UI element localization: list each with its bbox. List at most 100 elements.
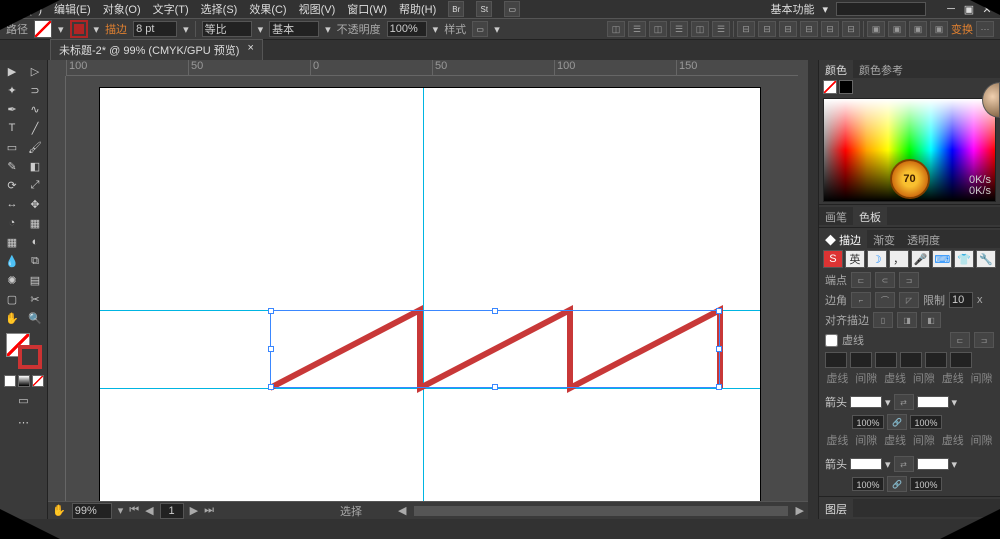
swap-arrowheads-icon[interactable]: ⇄ — [894, 456, 914, 472]
ime-comma-icon[interactable]: ， — [889, 250, 909, 268]
menu-view[interactable]: 视图(V) — [299, 1, 336, 17]
maximize-icon[interactable]: ▣ — [962, 3, 976, 16]
align-icon[interactable]: ◫ — [607, 21, 625, 37]
join-miter-icon[interactable]: ⌐ — [851, 292, 871, 308]
align-icon[interactable]: ◫ — [691, 21, 709, 37]
menu-type[interactable]: 文字(T) — [153, 1, 189, 17]
dashed-line-checkbox[interactable] — [825, 334, 838, 347]
gap-input[interactable] — [900, 352, 922, 368]
gap-input[interactable] — [850, 352, 872, 368]
workspace-arrow-icon[interactable]: ▾ — [822, 3, 828, 16]
width-tool[interactable]: ↔ — [1, 195, 23, 213]
arrowhead-end[interactable] — [917, 396, 949, 408]
swap-arrowheads-icon[interactable]: ⇄ — [894, 394, 914, 410]
panel-tab-color-guide[interactable]: 颜色参考 — [853, 60, 909, 78]
panel-tab-layers[interactable]: 图层 — [819, 499, 853, 517]
bridge-icon[interactable]: Br — [448, 1, 464, 17]
stroke-indicator[interactable] — [18, 345, 42, 369]
stroke-swatch[interactable] — [70, 20, 88, 38]
none-mode-icon[interactable] — [32, 375, 44, 387]
hand-tool-icon[interactable]: ✋ — [52, 504, 66, 517]
artboard-last-icon[interactable]: ⏭ — [204, 504, 214, 517]
blend-tool[interactable]: ⧉ — [24, 252, 46, 270]
panel-fill-swatch[interactable] — [823, 80, 837, 94]
arrowhead-start-2[interactable] — [850, 458, 882, 470]
stroke-label[interactable]: 描边 — [105, 21, 127, 37]
artboard-next-icon[interactable]: ▶ — [190, 504, 198, 517]
gradient-mode-icon[interactable] — [18, 375, 30, 387]
document-tab[interactable]: 未标题-2* @ 99% (CMYK/GPU 预览) × — [50, 39, 263, 60]
menu-window[interactable]: 窗口(W) — [347, 1, 387, 17]
workspace-switcher[interactable]: 基本功能 — [770, 1, 814, 17]
artboard-prev-icon[interactable]: ◀ — [145, 504, 153, 517]
ime-keyboard-icon[interactable]: ⌨ — [932, 250, 952, 268]
scroll-right-icon[interactable]: ▶ — [796, 504, 804, 517]
ruler-horizontal[interactable]: 10050050100150 — [66, 60, 798, 76]
rotate-tool[interactable]: ⟳ — [1, 176, 23, 194]
panel-stroke-swatch[interactable] — [839, 80, 853, 94]
menu-effect[interactable]: 效果(C) — [249, 1, 286, 17]
align-icon[interactable]: ⊟ — [779, 21, 797, 37]
selection-bounding-box[interactable] — [270, 310, 720, 388]
menu-object[interactable]: 对象(O) — [103, 1, 141, 17]
mesh-tool[interactable]: ▦ — [1, 233, 23, 251]
opacity-input[interactable] — [387, 21, 427, 37]
menu-select[interactable]: 选择(S) — [201, 1, 238, 17]
fill-stroke-indicator[interactable] — [6, 333, 42, 369]
arrowhead-end-2[interactable] — [917, 458, 949, 470]
shape-mode-icon[interactable]: ▣ — [867, 21, 885, 37]
width-profile[interactable] — [202, 21, 252, 37]
stroke-weight-input[interactable] — [133, 21, 177, 37]
ime-mic-icon[interactable]: 🎤 — [911, 250, 931, 268]
paintbrush-tool[interactable]: 🖌 — [24, 138, 46, 156]
gap-input[interactable] — [950, 352, 972, 368]
stroke-menu-icon[interactable]: ▾ — [94, 23, 100, 36]
align-icon[interactable]: ⊟ — [758, 21, 776, 37]
dash-input[interactable] — [925, 352, 947, 368]
join-bevel-icon[interactable]: ◸ — [899, 292, 919, 308]
dash-input[interactable] — [875, 352, 897, 368]
scale-tool[interactable]: ⤢ — [24, 176, 46, 194]
align-icon[interactable]: ☰ — [670, 21, 688, 37]
ime-moon-icon[interactable]: ☽ — [867, 250, 887, 268]
pen-tool[interactable]: ✒ — [1, 100, 23, 118]
color-spectrum[interactable]: 70 0K/s0K/s — [823, 98, 996, 202]
align-inside-icon[interactable]: ◨ — [897, 312, 917, 328]
dash-input[interactable] — [825, 352, 847, 368]
scroll-left-icon[interactable]: ◀ — [398, 504, 406, 517]
align-icon[interactable]: ⊟ — [800, 21, 818, 37]
ime-tools-icon[interactable]: 🔧 — [976, 250, 996, 268]
shaper-tool[interactable]: ✎ — [1, 157, 23, 175]
align-icon[interactable]: ☰ — [712, 21, 730, 37]
eyedropper-tool[interactable]: 💧 — [1, 252, 23, 270]
symbol-sprayer-tool[interactable]: ✺ — [1, 271, 23, 289]
miter-limit-input[interactable] — [949, 292, 973, 308]
perspective-tool[interactable]: ▦ — [24, 214, 46, 232]
arrowhead-start[interactable] — [850, 396, 882, 408]
eraser-tool[interactable]: ◧ — [24, 157, 46, 175]
type-tool[interactable]: T — [1, 119, 23, 137]
ime-skin-icon[interactable]: 👕 — [954, 250, 974, 268]
graphic-style[interactable]: ▭ — [472, 21, 488, 37]
zoom-tool[interactable]: 🔍 — [24, 309, 46, 327]
align-icon[interactable]: ⊟ — [842, 21, 860, 37]
zoom-input[interactable] — [72, 503, 112, 519]
dash-preserve-icon[interactable]: ⊏ — [950, 332, 970, 348]
menu-edit[interactable]: 编辑(E) — [54, 1, 91, 17]
shape-mode-icon[interactable]: ▣ — [930, 21, 948, 37]
align-icon[interactable]: ⊟ — [737, 21, 755, 37]
arrow-start-scale[interactable]: 100% — [852, 415, 884, 429]
link-scale-icon[interactable]: 🔗 — [887, 414, 907, 430]
rectangle-tool[interactable]: ▭ — [1, 138, 23, 156]
artboard-number[interactable] — [160, 503, 184, 519]
panel-tab-stroke[interactable]: ◆ 描边 — [819, 230, 867, 248]
align-icon[interactable]: ⊟ — [821, 21, 839, 37]
canvas[interactable] — [66, 76, 798, 501]
panel-tab-gradient[interactable]: 渐变 — [867, 230, 901, 248]
dash-align-icon[interactable]: ⊐ — [974, 332, 994, 348]
arrange-icon[interactable]: ▭ — [504, 1, 520, 17]
panel-tab-swatches[interactable]: 色板 — [853, 207, 887, 225]
minimize-icon[interactable]: ─ — [944, 3, 958, 16]
artboard-tool[interactable]: ▢ — [1, 290, 23, 308]
arrow-start-scale-2[interactable]: 100% — [852, 477, 884, 491]
